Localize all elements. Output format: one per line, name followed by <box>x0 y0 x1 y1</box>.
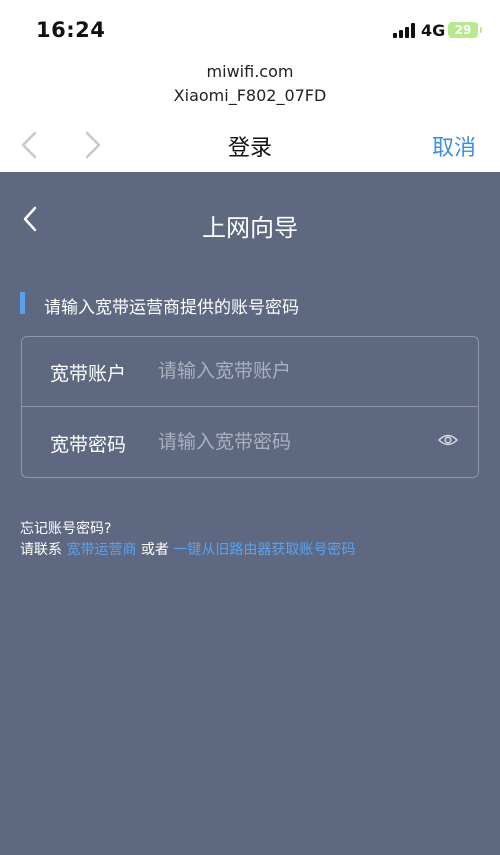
account-label: 宽带账户 <box>50 363 127 385</box>
section-accent-bar <box>20 292 25 314</box>
wifi-ssid: Xiaomi_F802_07FD <box>173 86 327 105</box>
section-label: 请输入宽带运营商提供的账号密码 <box>44 298 299 318</box>
password-input[interactable] <box>158 422 428 462</box>
credentials-form: 宽带账户 宽带密码 <box>21 336 479 478</box>
page-url: miwifi.com <box>206 62 294 81</box>
battery-icon: 29 <box>448 22 482 38</box>
password-row: 宽带密码 <box>22 408 478 478</box>
password-label: 宽带密码 <box>50 434 127 456</box>
wizard-title: 上网向导 <box>202 214 298 242</box>
eye-icon[interactable] <box>438 433 458 447</box>
account-input[interactable] <box>158 351 428 391</box>
status-time: 16:24 <box>36 18 106 42</box>
help-or: 或者 <box>140 542 169 558</box>
status-bar: 16:24 4G 29 <box>0 0 500 58</box>
forgot-credentials-text: 忘记账号密码? <box>20 521 112 537</box>
battery-level: 29 <box>454 23 472 37</box>
help-prefix: 请联系 <box>20 542 62 558</box>
network-type: 4G <box>421 21 446 40</box>
account-row: 宽带账户 <box>22 337 478 407</box>
old-router-link[interactable]: 一键从旧路由器获取账号密码 <box>173 542 355 558</box>
wizard-panel: 上网向导 请输入宽带运营商提供的账号密码 宽带账户 宽带密码 忘记账号密码? 请… <box>0 172 500 855</box>
cancel-button[interactable]: 取消 <box>432 130 476 162</box>
isp-link[interactable]: 宽带运营商 <box>66 542 136 558</box>
signal-icon <box>393 23 415 38</box>
browser-page-title: 登录 <box>227 136 272 161</box>
browser-nav-bar: 登录 取消 <box>0 120 500 170</box>
help-contact-line: 请联系 宽带运营商 或者 一键从旧路由器获取账号密码 <box>20 539 355 559</box>
